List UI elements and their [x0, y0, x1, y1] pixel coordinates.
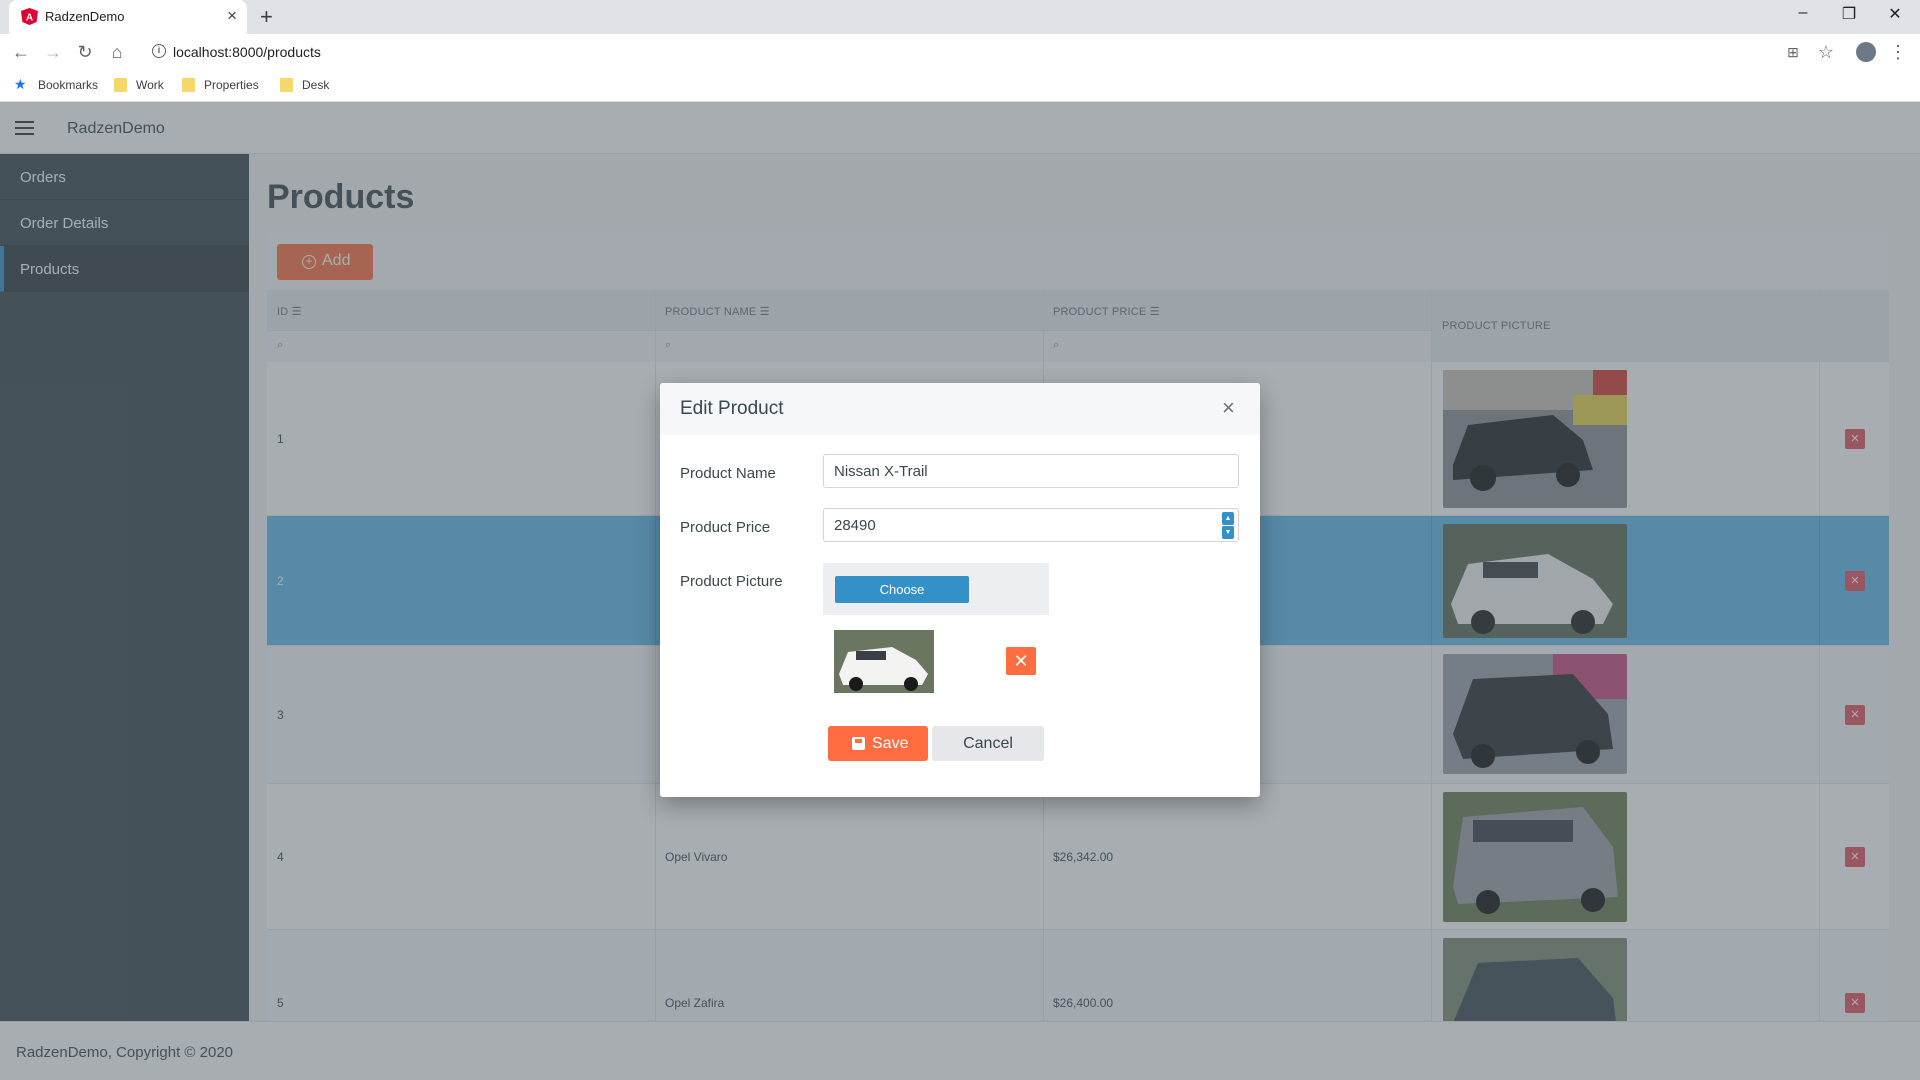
save-button[interactable]: Save — [828, 726, 928, 761]
edit-product-dialog: Edit Product × Product Name Product Pric… — [660, 383, 1260, 797]
restore-icon[interactable]: ❐ — [1826, 4, 1872, 24]
home-icon[interactable]: ⌂ — [105, 42, 129, 62]
profile-avatar[interactable] — [1856, 42, 1876, 62]
site-info-icon[interactable]: i — [152, 44, 166, 58]
menu-kebab-icon[interactable]: ⋮ — [1886, 42, 1910, 62]
translate-icon[interactable]: ⊞ — [1781, 42, 1805, 62]
tab-close-icon[interactable]: × — [227, 6, 237, 26]
folder-icon — [114, 78, 127, 92]
save-button-label: Save — [872, 735, 909, 752]
reload-icon[interactable]: ↻ — [73, 42, 97, 62]
minimize-icon[interactable]: – — [1780, 4, 1826, 22]
file-upload: Choose — [823, 563, 1049, 615]
folder-icon — [280, 78, 293, 92]
bookmark-star-icon[interactable]: ☆ — [1814, 42, 1838, 62]
forward-icon[interactable]: → — [41, 42, 65, 62]
back-icon[interactable]: ← — [9, 42, 33, 62]
product-name-label: Product Name — [680, 465, 776, 482]
cancel-button[interactable]: Cancel — [932, 726, 1044, 761]
angular-logo-icon: A — [21, 8, 38, 25]
tab-title: RadzenDemo — [45, 9, 125, 24]
bookmarks-star-icon: ★ — [14, 76, 27, 92]
browser-tabstrip: A RadzenDemo × + – ❐ ✕ — [0, 0, 1920, 34]
bookmark-properties[interactable]: Properties — [204, 78, 259, 92]
browser-tab[interactable]: A RadzenDemo × — [9, 0, 247, 34]
remove-picture-button[interactable]: ✕ — [1006, 647, 1036, 675]
folder-icon — [182, 78, 195, 92]
spinner-down-icon[interactable]: ▼ — [1222, 526, 1234, 539]
address-bar[interactable]: localhost:8000/products — [173, 44, 321, 60]
product-price-input[interactable] — [823, 508, 1239, 542]
product-picture-label: Product Picture — [680, 573, 783, 590]
bookmark-desk[interactable]: Desk — [302, 78, 329, 92]
product-name-input[interactable] — [823, 454, 1239, 488]
bookmark-work[interactable]: Work — [136, 78, 164, 92]
svg-text:A: A — [26, 13, 33, 24]
floppy-disk-icon — [852, 737, 865, 750]
dialog-title: Edit Product — [680, 398, 784, 419]
browser-toolbar: ← → ↻ ⌂ i localhost:8000/products ⊞ ☆ ⋮ — [0, 34, 1920, 70]
new-tab-icon[interactable]: + — [260, 4, 273, 30]
bookmarks-bar: ★ Bookmarks Work Properties Desk — [0, 70, 1920, 102]
dialog-header: Edit Product × — [660, 383, 1260, 435]
close-window-icon[interactable]: ✕ — [1872, 4, 1918, 24]
close-icon[interactable]: × — [1222, 397, 1235, 419]
bookmark-bookmarks[interactable]: Bookmarks — [38, 78, 98, 92]
picture-preview — [834, 630, 934, 693]
spinner-up-icon[interactable]: ▲ — [1222, 512, 1234, 525]
product-price-label: Product Price — [680, 519, 771, 536]
choose-file-button[interactable]: Choose — [835, 576, 969, 603]
